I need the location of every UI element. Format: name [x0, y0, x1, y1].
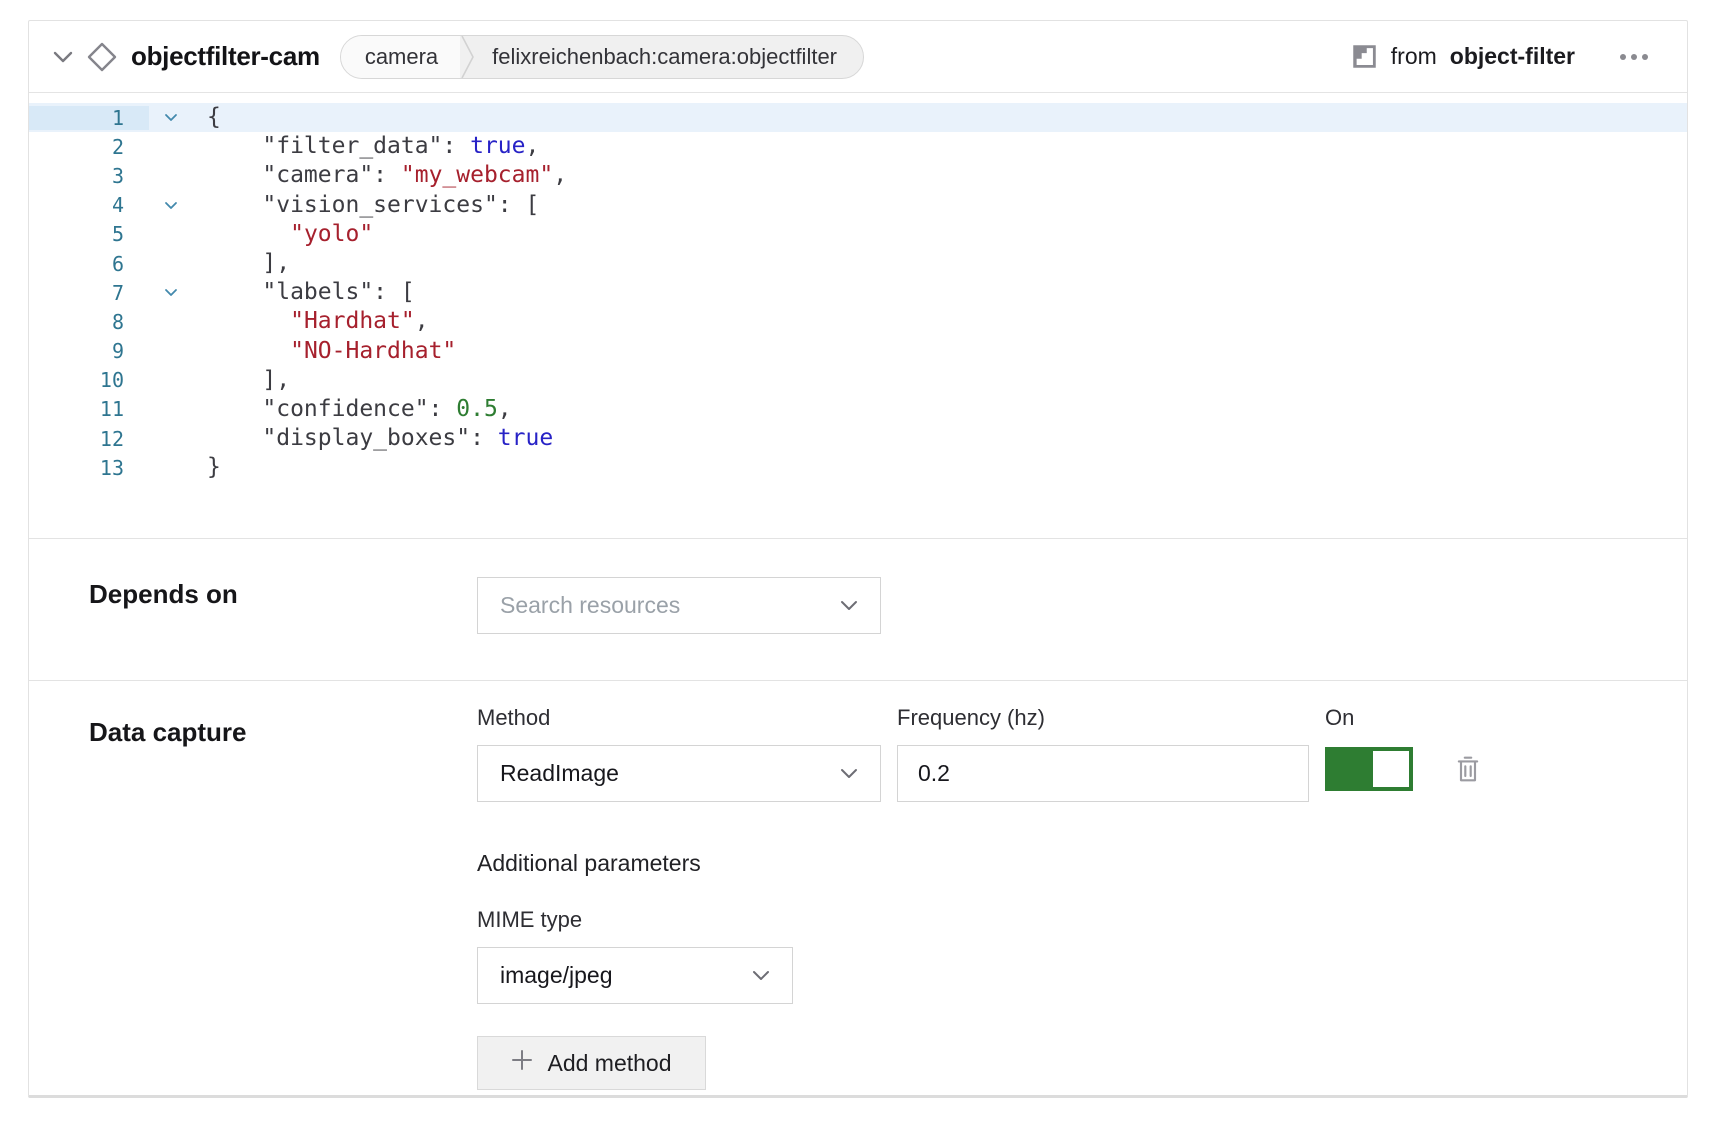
line-number: 13	[29, 456, 149, 480]
code-line[interactable]: 11 "confidence": 0.5,	[29, 395, 1687, 424]
code-text[interactable]: {	[193, 103, 1687, 132]
delete-method-button[interactable]	[1455, 755, 1481, 783]
line-number: 2	[29, 135, 149, 159]
line-number: 3	[29, 164, 149, 188]
code-text[interactable]: ],	[193, 366, 1687, 395]
frequency-value: 0.2	[918, 760, 950, 787]
from-module-link[interactable]: from object-filter	[1351, 43, 1575, 70]
additional-parameters-label: Additional parameters	[477, 850, 1627, 877]
trash-icon	[1455, 755, 1481, 783]
code-text[interactable]: "labels": [	[193, 278, 1687, 307]
ellipsis-icon	[1619, 53, 1649, 61]
search-resources-placeholder: Search resources	[500, 592, 680, 619]
badge-separator-chevron-icon	[460, 36, 476, 78]
chevron-down-icon	[840, 768, 858, 779]
data-capture-section: Data capture Method ReadImage Frequency …	[29, 680, 1687, 1136]
badge-model-label: felixreichenbach:camera:objectfilter	[476, 36, 863, 78]
line-number: 7	[29, 281, 149, 305]
code-text[interactable]: "camera": "my_webcam",	[193, 161, 1687, 190]
code-line[interactable]: 9 "NO-Hardhat"	[29, 337, 1687, 366]
code-lines: 1{2 "filter_data": true,3 "camera": "my_…	[29, 103, 1687, 482]
json-config-editor[interactable]: 1{2 "filter_data": true,3 "camera": "my_…	[29, 93, 1687, 538]
from-label: from	[1391, 43, 1437, 70]
line-number: 9	[29, 339, 149, 363]
from-module-name: object-filter	[1450, 43, 1575, 70]
mime-type-select[interactable]: image/jpeg	[477, 947, 793, 1004]
code-line[interactable]: 13}	[29, 453, 1687, 482]
code-line[interactable]: 10 ],	[29, 366, 1687, 395]
depends-on-search-select[interactable]: Search resources	[477, 577, 881, 634]
component-diamond-icon	[85, 40, 119, 74]
mime-type-value: image/jpeg	[500, 962, 613, 989]
code-text[interactable]: "vision_services": [	[193, 191, 1687, 220]
line-number: 8	[29, 310, 149, 334]
code-text[interactable]: }	[193, 453, 1687, 482]
collapse-chevron-icon[interactable]	[51, 45, 75, 69]
code-text[interactable]: "Hardhat",	[193, 307, 1687, 336]
badge-type-label: camera	[341, 36, 460, 78]
add-method-button[interactable]: Add method	[477, 1036, 706, 1090]
line-number: 10	[29, 368, 149, 392]
mime-type-label: MIME type	[477, 907, 1627, 933]
line-number: 1	[29, 106, 149, 130]
line-number: 6	[29, 252, 149, 276]
line-number: 11	[29, 397, 149, 421]
method-select[interactable]: ReadImage	[477, 745, 881, 802]
depends-on-heading: Depends on	[89, 577, 477, 610]
code-line[interactable]: 8 "Hardhat",	[29, 307, 1687, 336]
fold-chevron-icon[interactable]	[149, 288, 193, 297]
code-line[interactable]: 1{	[29, 103, 1687, 132]
component-header: objectfilter-cam camera felixreichenbach…	[29, 21, 1687, 93]
code-line[interactable]: 5 "yolo"	[29, 220, 1687, 249]
capture-on-toggle[interactable]	[1325, 747, 1413, 791]
fold-chevron-icon[interactable]	[149, 113, 193, 122]
chevron-down-icon	[840, 600, 858, 611]
code-text[interactable]: "filter_data": true,	[193, 132, 1687, 161]
on-label: On	[1325, 705, 1481, 731]
component-type-badge: camera felixreichenbach:camera:objectfil…	[340, 35, 864, 79]
plus-icon	[511, 1049, 533, 1077]
frequency-label: Frequency (hz)	[897, 705, 1309, 731]
fold-chevron-icon[interactable]	[149, 201, 193, 210]
chevron-down-icon	[752, 970, 770, 981]
code-text[interactable]: "display_boxes": true	[193, 424, 1687, 453]
code-line[interactable]: 4 "vision_services": [	[29, 191, 1687, 220]
method-label: Method	[477, 705, 881, 731]
code-text[interactable]: ],	[193, 249, 1687, 278]
code-text[interactable]: "NO-Hardhat"	[193, 337, 1687, 366]
line-number: 5	[29, 222, 149, 246]
line-number: 4	[29, 193, 149, 217]
module-icon	[1351, 43, 1378, 70]
code-line[interactable]: 6 ],	[29, 249, 1687, 278]
data-capture-heading: Data capture	[89, 705, 477, 748]
depends-on-section: Depends on Search resources	[29, 538, 1687, 680]
code-text[interactable]: "yolo"	[193, 220, 1687, 249]
frequency-input[interactable]: 0.2	[897, 745, 1309, 802]
code-line[interactable]: 3 "camera": "my_webcam",	[29, 161, 1687, 190]
toggle-knob	[1373, 751, 1409, 787]
line-number: 12	[29, 427, 149, 451]
code-text[interactable]: "confidence": 0.5,	[193, 395, 1687, 424]
component-card: objectfilter-cam camera felixreichenbach…	[28, 20, 1688, 1098]
method-value: ReadImage	[500, 760, 619, 787]
component-title: objectfilter-cam	[131, 41, 320, 72]
add-method-label: Add method	[547, 1050, 671, 1077]
code-line[interactable]: 2 "filter_data": true,	[29, 132, 1687, 161]
ellipsis-menu-button[interactable]	[1619, 53, 1649, 61]
code-line[interactable]: 7 "labels": [	[29, 278, 1687, 307]
code-line[interactable]: 12 "display_boxes": true	[29, 424, 1687, 453]
